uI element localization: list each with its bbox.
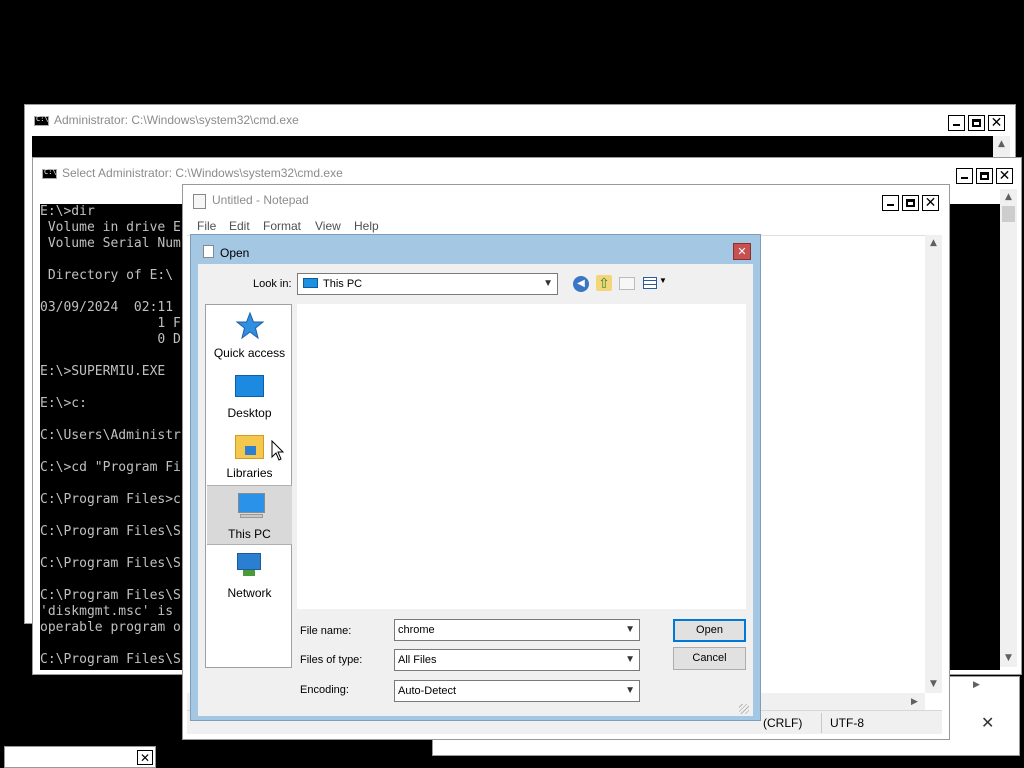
menu-help[interactable]: Help [354, 219, 379, 233]
place-label: This PC [228, 527, 271, 541]
maximize-button[interactable] [902, 195, 919, 211]
notepad-titlebar[interactable]: Untitled - Notepad ✕ [183, 185, 949, 215]
menu-format[interactable]: Format [263, 219, 301, 233]
scroll-up-arrow[interactable]: ▲ [993, 136, 1010, 153]
mouse-cursor-icon [271, 440, 285, 461]
libraries-folder-icon [235, 435, 264, 459]
dialog-close-button[interactable]: ✕ [733, 243, 751, 260]
status-divider [821, 713, 822, 733]
chevron-down-icon: ▼ [625, 685, 635, 696]
scroll-thumb[interactable] [1002, 206, 1015, 222]
encoding-label: Encoding: [300, 684, 349, 696]
look-in-label: Look in: [253, 278, 292, 290]
close-button[interactable]: ✕ [137, 750, 153, 765]
close-button[interactable]: ✕ [996, 168, 1013, 184]
menu-file[interactable]: File [197, 219, 216, 233]
cancel-button[interactable]: Cancel [673, 647, 746, 670]
computer-icon [303, 278, 318, 288]
place-this-pc[interactable]: This PC [207, 485, 292, 545]
scroll-up-arrow[interactable]: ▲ [1000, 189, 1017, 206]
file-name-input[interactable]: chrome [398, 624, 435, 636]
encoding-value: Auto-Detect [398, 685, 457, 697]
desktop-icon [235, 375, 264, 397]
places-bar: Quick access Desktop Libraries This PC N… [205, 304, 292, 668]
scroll-down-arrow[interactable]: ▼ [1000, 650, 1017, 667]
menu-view[interactable]: View [315, 219, 341, 233]
file-name-combobox[interactable]: chrome ▼ [394, 619, 640, 641]
encoding-select[interactable]: Auto-Detect ▼ [394, 680, 640, 702]
look-in-select[interactable]: This PC ▼ [297, 273, 558, 295]
close-button[interactable]: ✕ [988, 115, 1005, 131]
file-type-label: Files of type: [300, 654, 363, 666]
notepad-vertical-scrollbar[interactable]: ▲ ▼ [925, 235, 942, 693]
menu-edit[interactable]: Edit [229, 219, 250, 233]
place-desktop[interactable]: Desktop [207, 365, 292, 425]
cmd-back-titlebar[interactable]: Administrator: C:\Windows\system32\cmd.e… [25, 105, 1015, 135]
star-icon [236, 312, 264, 340]
cmd-back-title: Administrator: C:\Windows\system32\cmd.e… [54, 113, 299, 127]
small-window-bottom-left[interactable]: ✕ [4, 746, 156, 768]
scroll-up-arrow[interactable]: ▲ [925, 235, 942, 252]
dialog-icon [203, 245, 214, 258]
chevron-down-icon: ▼ [543, 278, 553, 289]
new-folder-icon[interactable] [619, 277, 635, 290]
dialog-title: Open [220, 246, 250, 260]
cmd-icon [42, 168, 57, 179]
chevron-down-icon: ▼ [625, 654, 635, 665]
open-dialog[interactable]: Open ✕ Look in: This PC ▼ ◀ ⇧ ▼ Quick ac… [190, 234, 761, 721]
minimize-button[interactable] [882, 195, 899, 211]
maximize-button[interactable] [976, 168, 993, 184]
scroll-down-arrow[interactable]: ▼ [925, 676, 942, 693]
file-type-value: All Files [398, 654, 437, 666]
cmd-front-scrollbar[interactable]: ▲ ▼ [1000, 189, 1017, 667]
minimize-button[interactable] [956, 168, 973, 184]
file-name-label: File name: [300, 625, 352, 637]
cmd-icon [34, 115, 49, 126]
network-icon [235, 553, 264, 579]
place-network[interactable]: Network [207, 545, 292, 605]
place-quick-access[interactable]: Quick access [207, 305, 292, 365]
place-label: Network [227, 586, 272, 600]
scroll-right-arrow[interactable]: ▶ [911, 696, 918, 707]
status-encoding: UTF-8 [830, 716, 864, 730]
scroll-right-arrow[interactable]: ▶ [973, 679, 980, 690]
dialog-body: Look in: This PC ▼ ◀ ⇧ ▼ Quick access De… [198, 264, 753, 716]
file-list-view[interactable] [297, 304, 746, 609]
notepad-icon [193, 194, 206, 209]
maximize-button[interactable] [968, 115, 985, 131]
notepad-title: Untitled - Notepad [212, 193, 309, 207]
status-line-ending: (CRLF) [763, 716, 803, 730]
chevron-down-icon: ▼ [659, 276, 667, 285]
close-icon[interactable]: ✕ [981, 713, 994, 732]
cmd-front-title: Select Administrator: C:\Windows\system3… [62, 166, 343, 180]
view-menu-icon[interactable]: ▼ [643, 276, 667, 292]
close-button[interactable]: ✕ [922, 195, 939, 211]
chevron-down-icon[interactable]: ▼ [625, 620, 635, 640]
back-icon[interactable]: ◀ [573, 276, 589, 292]
up-folder-icon[interactable]: ⇧ [596, 275, 612, 291]
open-button[interactable]: Open [673, 619, 746, 642]
minimize-button[interactable] [948, 115, 965, 131]
place-label: Quick access [213, 346, 286, 360]
look-in-value: This PC [323, 278, 363, 290]
file-type-select[interactable]: All Files ▼ [394, 649, 640, 671]
computer-icon [238, 493, 265, 513]
resize-grip[interactable] [739, 704, 749, 714]
place-label: Desktop [227, 406, 272, 420]
place-label: Libraries [226, 466, 273, 480]
